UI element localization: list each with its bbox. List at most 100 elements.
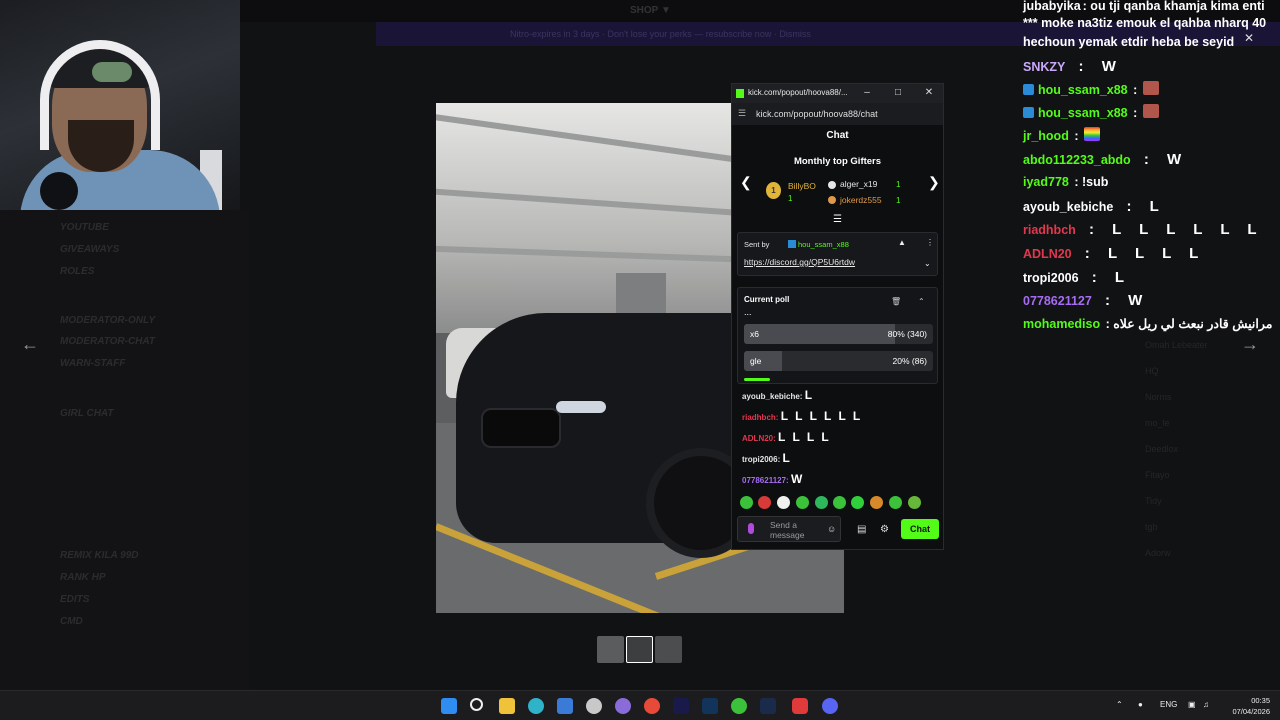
overlay-chat-line: jubabyika: ou tji qanba khamja kima enti: [1023, 0, 1265, 13]
emote-icon[interactable]: [833, 496, 846, 509]
chevron-down-icon[interactable]: ⌄: [924, 259, 931, 268]
message-input[interactable]: Send a message ☺: [737, 516, 841, 542]
send-chat-button[interactable]: Chat: [901, 519, 939, 539]
edge-icon[interactable]: [528, 698, 544, 714]
emote-icon[interactable]: [851, 496, 864, 509]
background-member-item: Adorw: [1145, 548, 1171, 558]
poll-option[interactable]: gle 20% (86): [744, 351, 933, 371]
background-member-item: Tidy: [1145, 496, 1162, 506]
settings-gear-icon[interactable]: ⚙: [880, 524, 889, 535]
discord-icon[interactable]: [822, 698, 838, 714]
address-url: kick.com/popout/hoova88/chat: [756, 109, 878, 119]
emote-icon[interactable]: [740, 496, 753, 509]
overlay-message: hechoun yemak etdir heba be seyid: [1023, 35, 1235, 49]
store-icon[interactable]: [557, 698, 573, 714]
app-icon[interactable]: [586, 698, 602, 714]
chat-app-icon[interactable]: [615, 698, 631, 714]
emote-icon[interactable]: [870, 496, 883, 509]
kick-app-icon[interactable]: [731, 698, 747, 714]
chat-content: L: [782, 451, 792, 465]
premiere-icon[interactable]: [673, 698, 689, 714]
background-channel-item: RANK HP: [60, 572, 106, 583]
chat-content: L: [804, 388, 815, 402]
silver-badge-icon: [828, 181, 836, 189]
gifter-name[interactable]: BillyBO: [788, 181, 816, 191]
chat-content: W: [790, 472, 805, 486]
start-icon[interactable]: [441, 698, 457, 714]
thumbnail[interactable]: [597, 636, 624, 663]
emote-icon[interactable]: [796, 496, 809, 509]
gift-icon[interactable]: ▤: [857, 524, 866, 535]
chrome-icon[interactable]: [644, 698, 660, 714]
search-icon[interactable]: [470, 698, 483, 711]
desktop: { "background_app": { "top_title": "SHOP…: [0, 0, 1280, 720]
collapse-menu-icon[interactable]: ☰: [833, 214, 842, 225]
overlay-message: :: [1070, 129, 1079, 143]
chat-username[interactable]: 0778621127:: [742, 476, 789, 485]
emote-icon[interactable]: [815, 496, 828, 509]
site-settings-icon[interactable]: ☰: [738, 108, 746, 119]
headphones: [40, 40, 160, 150]
steam-icon[interactable]: [760, 698, 776, 714]
gifter-count: 1: [788, 194, 793, 203]
emote-icon[interactable]: [758, 496, 771, 509]
maximize-icon[interactable]: □: [891, 86, 905, 100]
emote-icon[interactable]: [777, 496, 790, 509]
gifter-name[interactable]: jokerdz555: [840, 195, 882, 205]
clock[interactable]: 00:35 07/04/2026: [1226, 695, 1270, 717]
emote-icon[interactable]: [908, 496, 921, 509]
pin-icon[interactable]: ▲: [898, 238, 906, 247]
chat-username[interactable]: riadhbch:: [742, 413, 778, 422]
gifters-next-chevron-icon[interactable]: ❯: [928, 174, 940, 191]
poll-option[interactable]: x6 80% (340): [744, 324, 933, 344]
more-options-icon[interactable]: ⋮: [926, 238, 934, 247]
overlay-message: : L: [1080, 269, 1132, 286]
pinned-discord-link[interactable]: https://discord.gg/QP5U6rtdw: [744, 257, 855, 267]
pinned-user[interactable]: hou_ssam_x88: [798, 240, 849, 249]
video-player-icon[interactable]: [792, 698, 808, 714]
poll-option-label: gle: [750, 356, 762, 366]
overlay-username: SNKZY: [1023, 60, 1066, 74]
address-bar[interactable]: ☰ kick.com/popout/hoova88/chat: [732, 103, 943, 125]
trash-icon[interactable]: 🗑: [891, 297, 901, 306]
emote-icon: [1143, 81, 1160, 95]
background-top-title: SHOP ▼: [630, 5, 671, 16]
overlay-message: : ou tji qanba khamja kima enti: [1082, 0, 1265, 13]
chat-username[interactable]: tropi2006:: [742, 455, 780, 464]
poll-option-votes: (86): [911, 356, 927, 366]
gifter-name[interactable]: alger_x19: [840, 179, 877, 189]
photoshop-icon[interactable]: [702, 698, 718, 714]
overlay-username: abdo112233_abdo: [1023, 153, 1131, 167]
banner-text: Nitro-expires in 3 days · Don't lose you…: [510, 29, 811, 39]
close-icon[interactable]: ✕: [922, 86, 936, 100]
background-member-item: HQ: [1145, 366, 1159, 376]
thumbnail-selected[interactable]: [626, 636, 653, 663]
background-channel-item: MODERATOR-CHAT: [60, 336, 155, 347]
background-member-item: tgb: [1145, 522, 1158, 532]
chat-username[interactable]: ADLN20:: [742, 434, 776, 443]
microphone-icon[interactable]: [748, 523, 754, 534]
emote-icon[interactable]: [889, 496, 902, 509]
overlay-chat-line: iyad778 : !sub: [1023, 175, 1108, 189]
popout-titlebar: kick.com/popout/hoova88/... – □ ✕: [732, 84, 943, 103]
tray-chevron-up-icon[interactable]: ⌃: [1116, 700, 1123, 709]
top-gifters-title: Monthly top Gifters: [793, 156, 882, 167]
close-icon[interactable]: ✕: [1244, 31, 1254, 45]
user-badge-icon: [1023, 84, 1034, 95]
volume-icon[interactable]: ♫: [1203, 700, 1209, 709]
thumbnail[interactable]: [655, 636, 682, 663]
chat-message: riadhbch: L L L L L L: [742, 409, 862, 423]
minimize-icon[interactable]: –: [860, 86, 874, 100]
gifters-prev-chevron-icon[interactable]: ❮: [740, 174, 752, 191]
language-indicator[interactable]: ENG: [1160, 700, 1177, 709]
mic-tray-icon[interactable]: ●: [1138, 700, 1143, 709]
emoji-picker-icon[interactable]: ☺: [827, 524, 836, 534]
network-icon[interactable]: ▣: [1188, 700, 1196, 709]
poll-question: ...: [744, 307, 752, 317]
chat-username[interactable]: ayoub_kebiche:: [742, 392, 802, 401]
previous-image-arrow-icon[interactable]: ←: [18, 332, 42, 356]
overlay-message: : L: [1115, 198, 1166, 215]
overlay-chat-line: tropi2006 : L: [1023, 269, 1131, 286]
chevron-up-icon[interactable]: ⌃: [918, 297, 925, 306]
file-explorer-icon[interactable]: [499, 698, 515, 714]
